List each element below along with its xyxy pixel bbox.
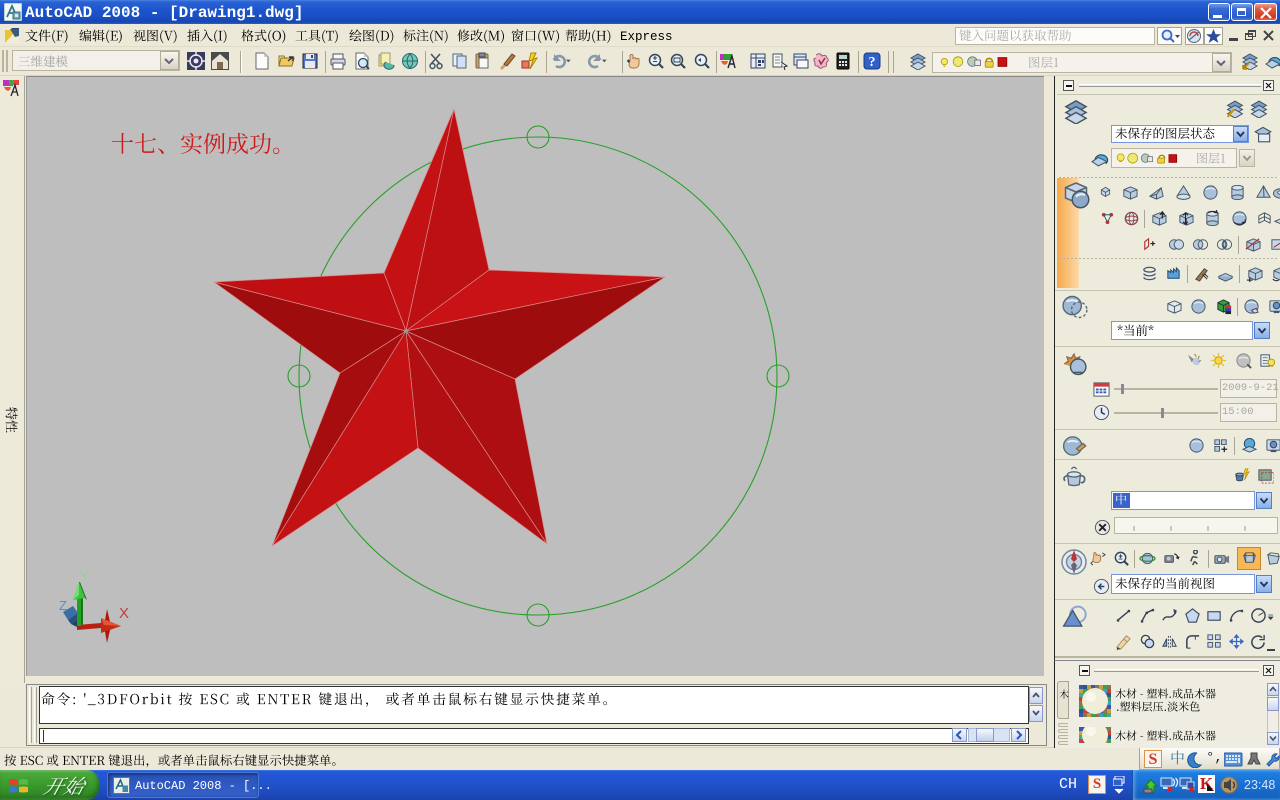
svg-text:Y: Y: [80, 567, 90, 583]
svg-text:X: X: [119, 605, 129, 622]
svg-text:?: ?: [869, 55, 876, 70]
